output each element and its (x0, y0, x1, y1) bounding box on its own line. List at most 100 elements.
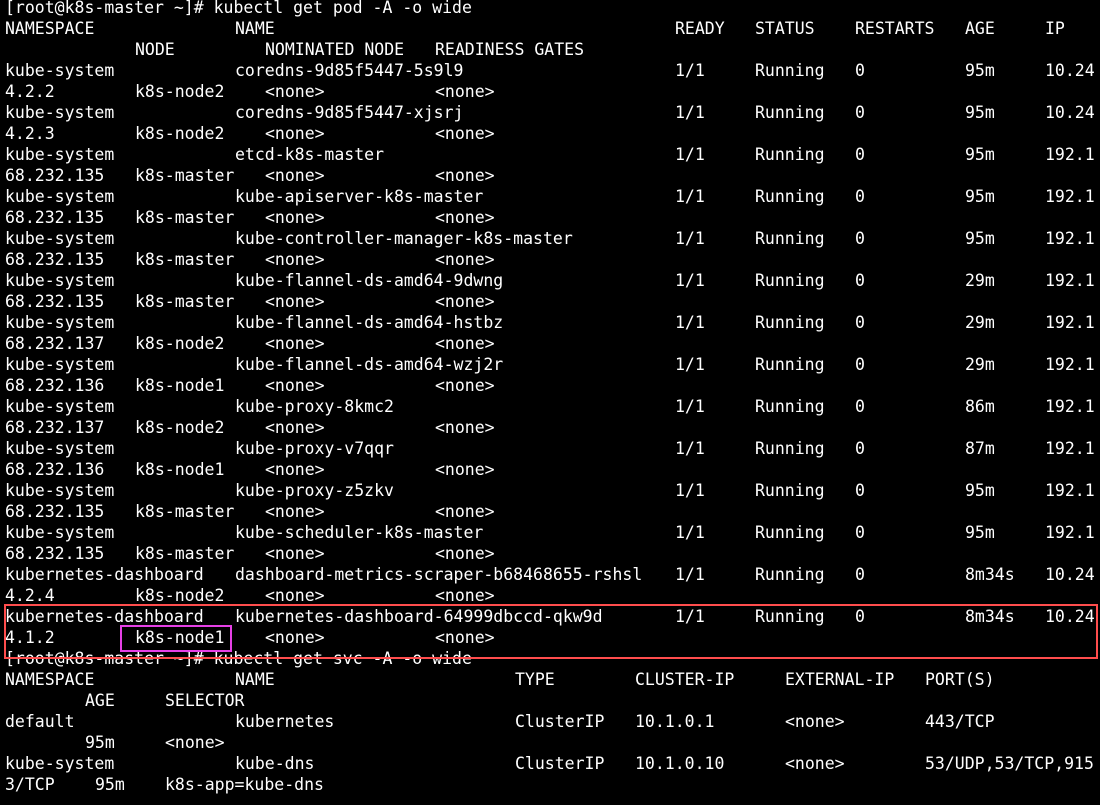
cell-ip-continued: 4.2.2 (5, 82, 55, 101)
cell-node: k8s-node2 (135, 418, 225, 437)
cell-age: 95m (95, 775, 125, 794)
cell-nominated-node: <none> (265, 334, 325, 353)
cell-ip-continued: 68.232.137 (5, 334, 105, 353)
cell-restarts: 0 (855, 61, 865, 80)
cell-ready: 1/1 (675, 565, 705, 584)
cell-node: k8s-node2 (135, 82, 225, 101)
table-row: 4.2.3 k8s-node2 <none> <none> (0, 123, 1100, 144)
cell-ports: 53/UDP,53/TCP,915 (925, 754, 1094, 773)
cell-nominated-node: <none> (265, 628, 325, 647)
table-row: kube-system kube-flannel-ds-amd64-hstbz 1/… (0, 312, 1100, 333)
cell-restarts: 0 (855, 355, 865, 374)
cell-readiness-gates: <none> (435, 82, 495, 101)
table-row: 68.232.135 k8s-master <none> <none> (0, 249, 1100, 270)
cell-age: 8m34s (965, 565, 1015, 584)
cell-status: Running (755, 397, 825, 416)
cell-ready: 1/1 (675, 187, 705, 206)
cell-age: 8m34s (965, 607, 1015, 626)
cell-ip-continued: 68.232.135 (5, 166, 105, 185)
cell-ready: 1/1 (675, 145, 705, 164)
header-node: NODE (135, 40, 175, 59)
cell-cluster-ip: 10.1.0.10 (635, 754, 725, 773)
cell-ip-continued: 68.232.135 (5, 250, 105, 269)
cell-nominated-node: <none> (265, 82, 325, 101)
cell-node: k8s-master (135, 208, 235, 227)
cell-readiness-gates: <none> (435, 166, 495, 185)
cell-ip: 192.1 (1045, 481, 1095, 500)
cell-service-name: kube-dns (235, 754, 315, 773)
cell-service-name: kubernetes (235, 712, 335, 731)
cell-pod-name: coredns-9d85f5447-xjsrj (235, 103, 464, 122)
header-name: NAME (235, 19, 275, 38)
header-cluster-ip: CLUSTER-IP (635, 670, 735, 689)
table-row: 68.232.136 k8s-node1 <none> <none> (0, 459, 1100, 480)
cell-namespace: kubernetes-dashboard (5, 565, 204, 584)
cell-namespace: kube-system (5, 754, 115, 773)
cell-namespace: kube-system (5, 397, 115, 416)
cell-namespace: kube-system (5, 61, 115, 80)
cell-status: Running (755, 229, 825, 248)
cell-nominated-node: <none> (265, 418, 325, 437)
cell-restarts: 0 (855, 481, 865, 500)
cell-restarts: 0 (855, 103, 865, 122)
table-row: 68.232.135 k8s-master <none> <none> (0, 165, 1100, 186)
cell-ready: 1/1 (675, 439, 705, 458)
cell-ip: 192.1 (1045, 397, 1095, 416)
cell-ip: 10.24 (1045, 565, 1095, 584)
table-row: kube-system etcd-k8s-master 1/1 Running 0 95m… (0, 144, 1100, 165)
cell-ready: 1/1 (675, 607, 705, 626)
table-row: 68.232.137 k8s-node2 <none> <none> (0, 333, 1100, 354)
table-row: kube-system kube-proxy-z5zkv 1/1 Running 0 95… (0, 480, 1100, 501)
table-row: 68.232.135 k8s-master <none> <none> (0, 501, 1100, 522)
cell-ip-continued: 68.232.135 (5, 208, 105, 227)
cell-namespace: kube-system (5, 271, 115, 290)
cell-readiness-gates: <none> (435, 418, 495, 437)
cell-nominated-node: <none> (265, 544, 325, 563)
header-age: AGE (85, 691, 115, 710)
cell-status: Running (755, 313, 825, 332)
cell-node: k8s-master (135, 250, 235, 269)
table-header-row: NAMESPACE NAME TYPE CLUSTER-IP EXTERNAL-IP PO… (0, 669, 1100, 690)
table-row: kube-system kube-proxy-v7qqr 1/1 Running 0 87… (0, 438, 1100, 459)
cell-namespace: kube-system (5, 145, 115, 164)
cell-readiness-gates: <none> (435, 250, 495, 269)
cell-namespace: kube-system (5, 229, 115, 248)
cell-pod-name: etcd-k8s-master (235, 145, 385, 164)
cell-readiness-gates: <none> (435, 334, 495, 353)
table-row: kube-system kube-flannel-ds-amd64-wzj2r 1/… (0, 354, 1100, 375)
cell-status: Running (755, 355, 825, 374)
cell-namespace: kube-system (5, 355, 115, 374)
cell-age: 95m (965, 187, 995, 206)
table-row: kube-system kube-scheduler-k8s-master 1/1 R… (0, 522, 1100, 543)
cell-nominated-node: <none> (265, 586, 325, 605)
table-row: 68.232.135 k8s-master <none> <none> (0, 291, 1100, 312)
cell-nominated-node: <none> (265, 292, 325, 311)
cell-node: k8s-node2 (135, 334, 225, 353)
cell-pod-name: kube-proxy-v7qqr (235, 439, 394, 458)
cell-age: 95m (85, 733, 115, 752)
terminal-window[interactable]: [root@k8s-master ~]# kubectl get pod -A … (0, 0, 1100, 805)
cell-node: k8s-master (135, 502, 235, 521)
table-row: 68.232.135 k8s-master <none> <none> (0, 207, 1100, 228)
cell-restarts: 0 (855, 439, 865, 458)
cell-external-ip: <none> (785, 754, 845, 773)
cell-ip: 192.1 (1045, 271, 1095, 290)
cell-status: Running (755, 187, 825, 206)
cell-ip-continued: 68.232.137 (5, 418, 105, 437)
cell-node: k8s-node1 (135, 460, 225, 479)
cell-ip-continued: 4.1.2 (5, 628, 55, 647)
cell-node: k8s-node1 (135, 628, 225, 647)
cell-age: 95m (965, 61, 995, 80)
cell-status: Running (755, 103, 825, 122)
cell-ip-continued: 68.232.136 (5, 460, 105, 479)
cell-readiness-gates: <none> (435, 544, 495, 563)
cell-ready: 1/1 (675, 229, 705, 248)
cell-pod-name: kube-controller-manager-k8s-master (235, 229, 573, 248)
cell-age: 29m (965, 271, 995, 290)
header-type: TYPE (515, 670, 555, 689)
cell-ip-continued: 4.2.3 (5, 124, 55, 143)
cell-status: Running (755, 565, 825, 584)
header-readiness-gates: READINESS GATES (435, 40, 585, 59)
cell-namespace: kube-system (5, 523, 115, 542)
header-ports: PORT(S) (925, 670, 995, 689)
